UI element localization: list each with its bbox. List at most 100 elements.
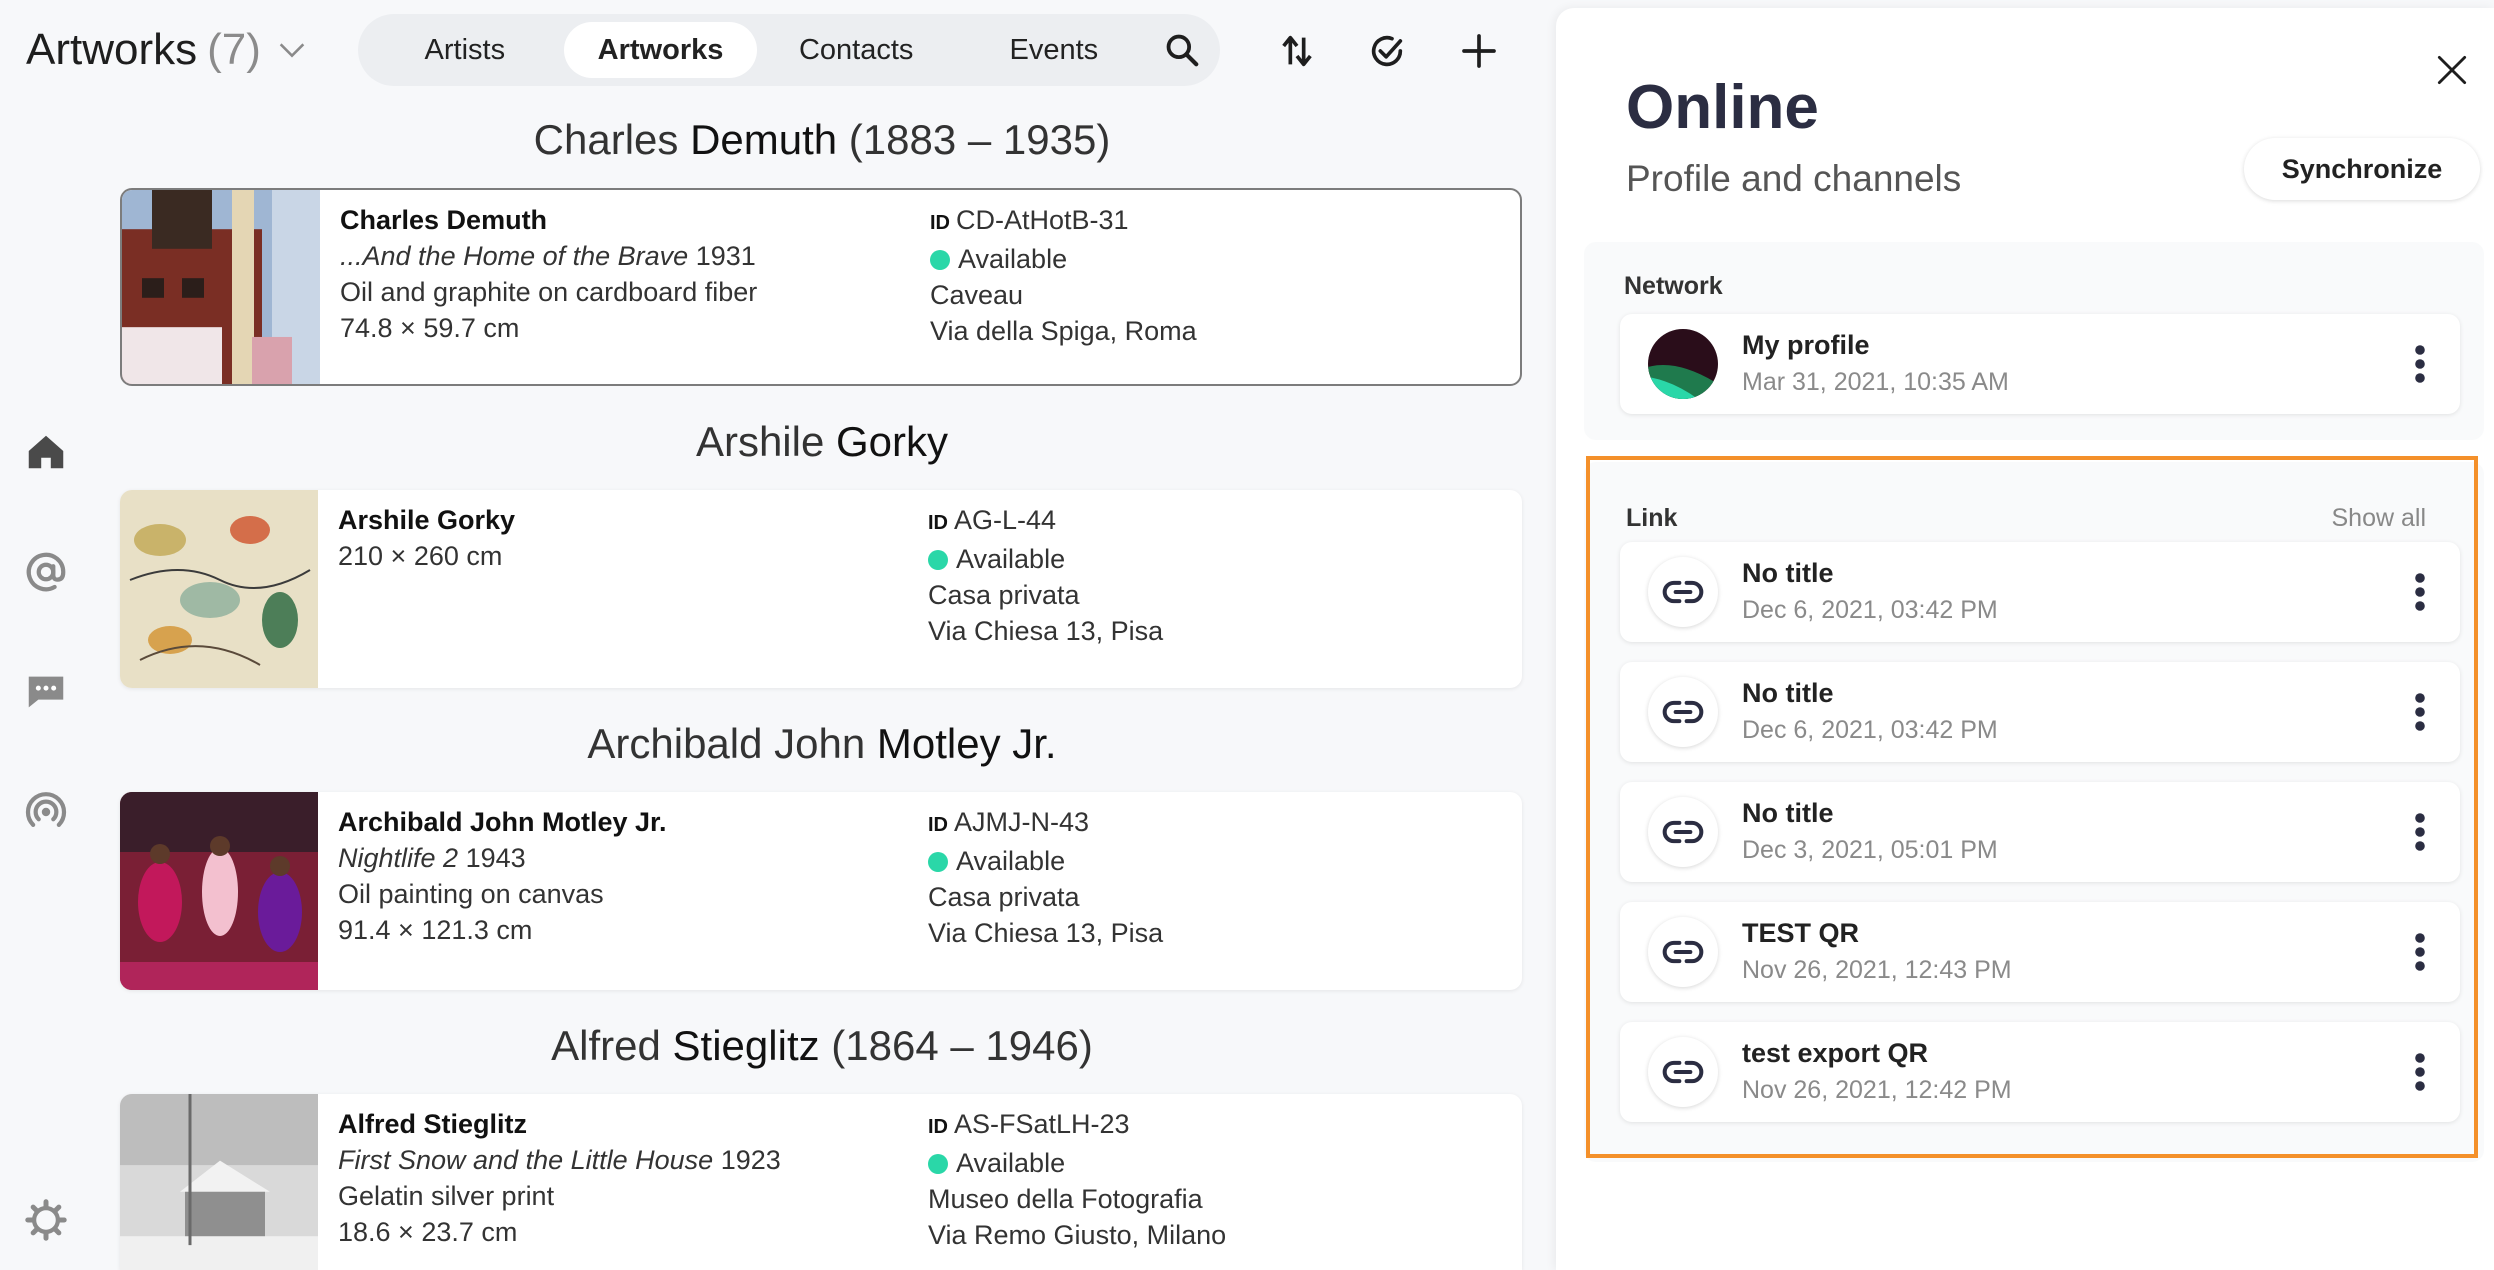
add-button[interactable] [1452,24,1506,78]
artwork-status-line: Available [928,843,1163,879]
synchronize-button[interactable]: Synchronize [2244,138,2480,200]
artwork-meta: ID AJMJ-N-43 Available Casa privata Via C… [928,804,1163,951]
link-section: Link Show all No title Dec 6, 2021, 03:4… [1584,462,2484,1162]
artwork-medium: Oil painting on canvas [338,879,604,909]
check-circle-icon [1371,35,1403,67]
artwork-id-line: ID AG-L-44 [928,502,1163,541]
more-options-button[interactable] [2400,686,2440,738]
kebab-icon [2415,345,2425,383]
row-date: Dec 6, 2021, 03:42 PM [1742,596,1998,624]
row-title: test export QR [1742,1038,1929,1068]
artwork-title: ...And the Home of the Brave [340,241,689,271]
tab-events[interactable]: Events [955,22,1153,78]
kebab-icon [2415,1053,2425,1091]
tab-artworks[interactable]: Artworks [563,22,758,78]
artwork-size: 91.4 × 121.3 cm [338,915,533,945]
link-row[interactable]: No title Dec 3, 2021, 05:01 PM [1620,782,2460,882]
close-button[interactable] [2428,46,2476,94]
link-icon [1648,677,1718,747]
artwork-status-line: Available [928,1145,1226,1181]
artwork-thumbnail [122,190,320,384]
artwork-title-line: ...And the Home of the Brave 1931 [340,238,757,274]
page-title-dropdown[interactable]: Artworks (7) [26,22,309,78]
artwork-card[interactable]: Charles Demuth ...And the Home of the Br… [120,188,1522,386]
row-date: Nov 26, 2021, 12:42 PM [1742,1076,2012,1104]
artwork-medium: Oil and graphite on cardboard fiber [340,277,758,307]
kebab-icon [2415,933,2425,971]
artwork-status-line: Available [928,541,1163,577]
panel-title: Online [1626,73,1819,142]
artwork-id: AG-L-44 [954,505,1057,535]
artist-name: Alfred Stieglitz [338,1109,528,1139]
network-section: Network My profile Mar 31, 2021, 10:35 A… [1584,242,2484,440]
artwork-status: Available [958,244,1068,274]
at-icon[interactable] [22,548,70,596]
artwork-medium: Gelatin silver print [338,1181,555,1211]
home-icon[interactable] [22,428,70,476]
row-title: TEST QR [1742,918,1860,948]
online-panel: Online Profile and channels Synchronize … [1556,8,2494,1270]
artwork-info: Archibald John Motley Jr. Nightlife 2 19… [338,804,667,948]
artwork-thumbnail [120,490,318,688]
artwork-status: Available [956,1148,1066,1178]
row-date: Dec 3, 2021, 05:01 PM [1742,836,1998,864]
more-options-button[interactable] [2400,338,2440,390]
artwork-title-line: Nightlife 2 1943 [338,840,667,876]
more-options-button[interactable] [2400,806,2440,858]
artwork-thumbnail [120,1094,318,1270]
artwork-id-line: ID CD-AtHotB-31 [930,202,1197,241]
link-row[interactable]: No title Dec 6, 2021, 03:42 PM [1620,542,2460,642]
link-row[interactable]: No title Dec 6, 2021, 03:42 PM [1620,662,2460,762]
artist-header: Alfred Stieglitz (1864 – 1946) [120,1020,1524,1072]
profile-row[interactable]: My profile Mar 31, 2021, 10:35 AM [1620,314,2460,414]
artist-header: Charles Demuth (1883 – 1935) [120,114,1524,166]
artwork-size: 210 × 260 cm [338,541,503,571]
artwork-info: Alfred Stieglitz First Snow and the Litt… [338,1106,781,1250]
artwork-status: Available [956,544,1066,574]
select-button[interactable] [1360,24,1414,78]
tab-contacts[interactable]: Contacts [757,22,955,78]
more-options-button[interactable] [2400,926,2440,978]
link-row[interactable]: TEST QR Nov 26, 2021, 12:43 PM [1620,902,2460,1002]
artwork-info: Charles Demuth ...And the Home of the Br… [340,202,757,346]
sort-icon [1282,35,1312,67]
id-label: ID [928,1116,948,1138]
link-icon [1648,1037,1718,1107]
show-all-link[interactable]: Show all [2332,504,2427,533]
id-label: ID [930,212,950,234]
sort-button[interactable] [1270,24,1324,78]
status-dot [928,852,948,872]
artwork-card[interactable]: Alfred Stieglitz First Snow and the Litt… [120,1094,1522,1270]
kebab-icon [2415,813,2425,851]
broadcast-icon[interactable] [22,788,70,836]
artwork-id: AS-FSatLH-23 [954,1109,1130,1139]
artist-years: (1883 – 1935) [837,116,1111,163]
link-icon [1648,917,1718,987]
more-options-button[interactable] [2400,1046,2440,1098]
status-dot [928,1154,948,1174]
chevron-down-icon [279,43,305,58]
row-title: No title [1742,678,1834,708]
artwork-location: Casa privata [928,580,1080,610]
link-row[interactable]: test export QR Nov 26, 2021, 12:42 PM [1620,1022,2460,1122]
artist-first-name: Arshile [695,418,837,465]
artist-header: Arshile Gorky [120,416,1524,468]
close-icon [2437,55,2467,85]
artwork-info: Arshile Gorky 210 × 260 cm [338,502,515,574]
settings-icon[interactable] [22,1196,70,1244]
search-button[interactable] [1153,22,1212,78]
artist-first-name: Alfred [551,1022,673,1069]
artist-years: (1864 – 1946) [819,1022,1093,1069]
artwork-meta: ID AG-L-44 Available Casa privata Via Chi… [928,502,1163,649]
artwork-status-line: Available [930,241,1197,277]
section-label: Link [1626,504,1678,532]
tab-artists[interactable]: Artists [366,22,564,78]
artwork-card[interactable]: Archibald John Motley Jr. Nightlife 2 19… [120,792,1522,990]
more-options-button[interactable] [2400,566,2440,618]
artist-last-name: Demuth [690,116,838,163]
page-title: Artworks [26,25,198,74]
row-title: My profile [1742,330,1870,360]
row-date: Nov 26, 2021, 12:43 PM [1742,956,2012,984]
artwork-card[interactable]: Arshile Gorky 210 × 260 cm ID AG-L-44 Ava… [120,490,1522,688]
chat-icon[interactable] [22,668,70,716]
